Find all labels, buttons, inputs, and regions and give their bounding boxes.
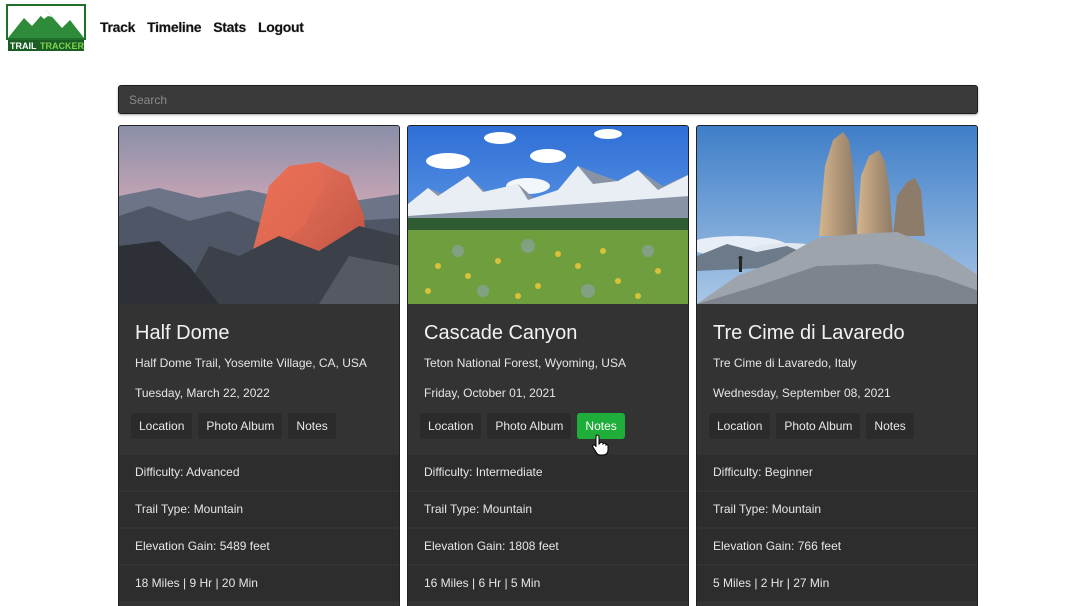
- elevation-row: Elevation Gain: 1808 feet: [408, 529, 688, 564]
- trail-date: Friday, October 01, 2021: [424, 386, 556, 400]
- search-bar: [118, 85, 978, 114]
- photo-album-button[interactable]: Photo Album: [776, 413, 861, 439]
- main-nav: Track Timeline Stats Logout: [100, 19, 304, 35]
- svg-text:TRACKER: TRACKER: [40, 41, 84, 51]
- trail-title: Half Dome: [135, 322, 230, 344]
- trail-photo-tre-cime: [697, 126, 977, 304]
- trail-card-cascade-canyon: Cascade Canyon Teton National Forest, Wy…: [407, 125, 689, 606]
- duration-row: 18 Miles | 9 Hr | 20 Min: [119, 566, 399, 601]
- difficulty-row: Difficulty: Intermediate: [408, 455, 688, 490]
- photo-album-button[interactable]: Photo Album: [198, 413, 283, 439]
- card-actions: Location Photo Album Notes: [420, 413, 672, 439]
- trail-location: Half Dome Trail, Yosemite Village, CA, U…: [135, 356, 367, 370]
- svg-text:TRAIL: TRAIL: [10, 41, 37, 51]
- notes-button[interactable]: Notes: [577, 413, 625, 439]
- trail-location: Tre Cime di Lavaredo, Italy: [713, 356, 857, 370]
- trail-photo-half-dome: [119, 126, 399, 304]
- trail-stats: Difficulty: Advanced Trail Type: Mountai…: [119, 455, 399, 601]
- nav-logout-link[interactable]: Logout: [258, 19, 304, 35]
- trail-type-row: Trail Type: Mountain: [408, 492, 688, 527]
- trail-location: Teton National Forest, Wyoming, USA: [424, 356, 626, 370]
- notes-button[interactable]: Notes: [288, 413, 336, 439]
- trail-type-row: Trail Type: Mountain: [697, 492, 977, 527]
- notes-button[interactable]: Notes: [866, 413, 914, 439]
- trail-card-half-dome: Half Dome Half Dome Trail, Yosemite Vill…: [118, 125, 400, 606]
- trail-date: Tuesday, March 22, 2022: [135, 386, 270, 400]
- trail-tracker-logo[interactable]: TRAIL TRACKER: [6, 4, 86, 52]
- duration-row: 5 Miles | 2 Hr | 27 Min: [697, 566, 977, 601]
- location-button[interactable]: Location: [709, 413, 771, 439]
- header: TRAIL TRACKER Track Timeline Stats Logou…: [0, 0, 1080, 56]
- elevation-row: Elevation Gain: 5489 feet: [119, 529, 399, 564]
- photo-album-button[interactable]: Photo Album: [487, 413, 572, 439]
- card-actions: Location Photo Album Notes: [131, 413, 383, 439]
- nav-timeline-link[interactable]: Timeline: [147, 19, 201, 35]
- location-button[interactable]: Location: [131, 413, 193, 439]
- trail-date: Wednesday, September 08, 2021: [713, 386, 891, 400]
- card-actions: Location Photo Album Notes: [709, 413, 961, 439]
- search-input[interactable]: [119, 86, 977, 113]
- elevation-row: Elevation Gain: 766 feet: [697, 529, 977, 564]
- nav-stats-link[interactable]: Stats: [213, 19, 246, 35]
- trail-title: Tre Cime di Lavaredo: [713, 322, 905, 344]
- difficulty-row: Difficulty: Beginner: [697, 455, 977, 490]
- trail-stats: Difficulty: Intermediate Trail Type: Mou…: [408, 455, 688, 601]
- trail-stats: Difficulty: Beginner Trail Type: Mountai…: [697, 455, 977, 601]
- trail-type-row: Trail Type: Mountain: [119, 492, 399, 527]
- trail-title: Cascade Canyon: [424, 322, 578, 344]
- nav-track-link[interactable]: Track: [100, 19, 135, 35]
- duration-row: 16 Miles | 6 Hr | 5 Min: [408, 566, 688, 601]
- difficulty-row: Difficulty: Advanced: [119, 455, 399, 490]
- trail-card-tre-cime: Tre Cime di Lavaredo Tre Cime di Lavared…: [696, 125, 978, 606]
- trail-photo-cascade-canyon: [408, 126, 688, 304]
- location-button[interactable]: Location: [420, 413, 482, 439]
